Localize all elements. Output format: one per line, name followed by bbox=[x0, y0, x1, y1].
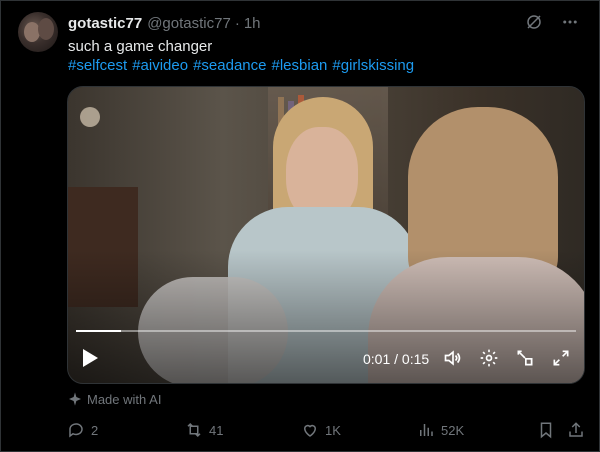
reply-icon bbox=[67, 421, 85, 439]
separator-dot: · bbox=[234, 14, 240, 32]
bookmark-icon bbox=[537, 421, 555, 439]
like-count: 1K bbox=[325, 422, 341, 438]
grok-icon[interactable] bbox=[523, 11, 545, 33]
avatar-face-right bbox=[38, 18, 54, 40]
avatar[interactable] bbox=[18, 12, 58, 52]
repost-icon bbox=[185, 421, 203, 439]
made-with-ai-label: Made with AI bbox=[67, 391, 161, 407]
like-button[interactable]: 1K bbox=[301, 421, 341, 439]
video-time-readout: 0:01 / 0:15 bbox=[363, 351, 430, 367]
repost-count: 41 bbox=[209, 422, 224, 438]
post-top-actions bbox=[523, 11, 581, 33]
views-button[interactable]: 52K bbox=[417, 421, 464, 439]
display-name[interactable]: gotastic77 bbox=[68, 15, 142, 32]
video-progress-fill bbox=[76, 330, 121, 332]
pop-out-icon[interactable] bbox=[514, 347, 536, 369]
more-icon[interactable] bbox=[559, 11, 581, 33]
like-icon bbox=[301, 421, 319, 439]
video-progress-bar[interactable] bbox=[76, 330, 576, 332]
bookmark-button[interactable] bbox=[537, 421, 555, 439]
video-player[interactable]: 0:01 / 0:15 bbox=[67, 86, 585, 384]
reply-button[interactable]: 2 bbox=[67, 421, 98, 439]
sparkle-icon bbox=[67, 391, 83, 407]
post: gotastic77 @gotastic77 · 1h such a game … bbox=[0, 0, 600, 452]
settings-icon[interactable] bbox=[478, 347, 500, 369]
made-with-ai-text: Made with AI bbox=[87, 391, 162, 407]
post-header: gotastic77 @gotastic77 · 1h bbox=[68, 13, 261, 33]
hashtags: #selfcest #aivideo #seadance #lesbian #girls… bbox=[68, 56, 419, 76]
handle[interactable]: @gotastic77 bbox=[147, 15, 231, 32]
hashtag-link[interactable]: #seadance bbox=[193, 57, 266, 74]
views-icon bbox=[417, 421, 435, 439]
volume-icon[interactable] bbox=[442, 347, 464, 369]
fullscreen-icon[interactable] bbox=[550, 347, 572, 369]
video-controls-right bbox=[442, 347, 572, 369]
repost-button[interactable]: 41 bbox=[185, 421, 223, 439]
play-icon[interactable] bbox=[80, 347, 102, 371]
post-text: such a game changer bbox=[68, 38, 213, 55]
timestamp[interactable]: 1h bbox=[244, 15, 261, 32]
video-controls: 0:01 / 0:15 bbox=[68, 339, 584, 383]
reply-count: 2 bbox=[91, 422, 99, 438]
hashtag-link[interactable]: #selfcest bbox=[68, 57, 127, 74]
post-actions: 2 41 1K 52K bbox=[67, 421, 589, 443]
hashtag-link[interactable]: #girlskissing bbox=[332, 57, 414, 74]
views-count: 52K bbox=[441, 422, 465, 438]
hashtag-link[interactable]: #lesbian bbox=[272, 57, 328, 74]
hashtag-link[interactable]: #aivideo bbox=[132, 57, 188, 74]
share-button[interactable] bbox=[567, 421, 585, 439]
share-icon bbox=[567, 421, 585, 439]
